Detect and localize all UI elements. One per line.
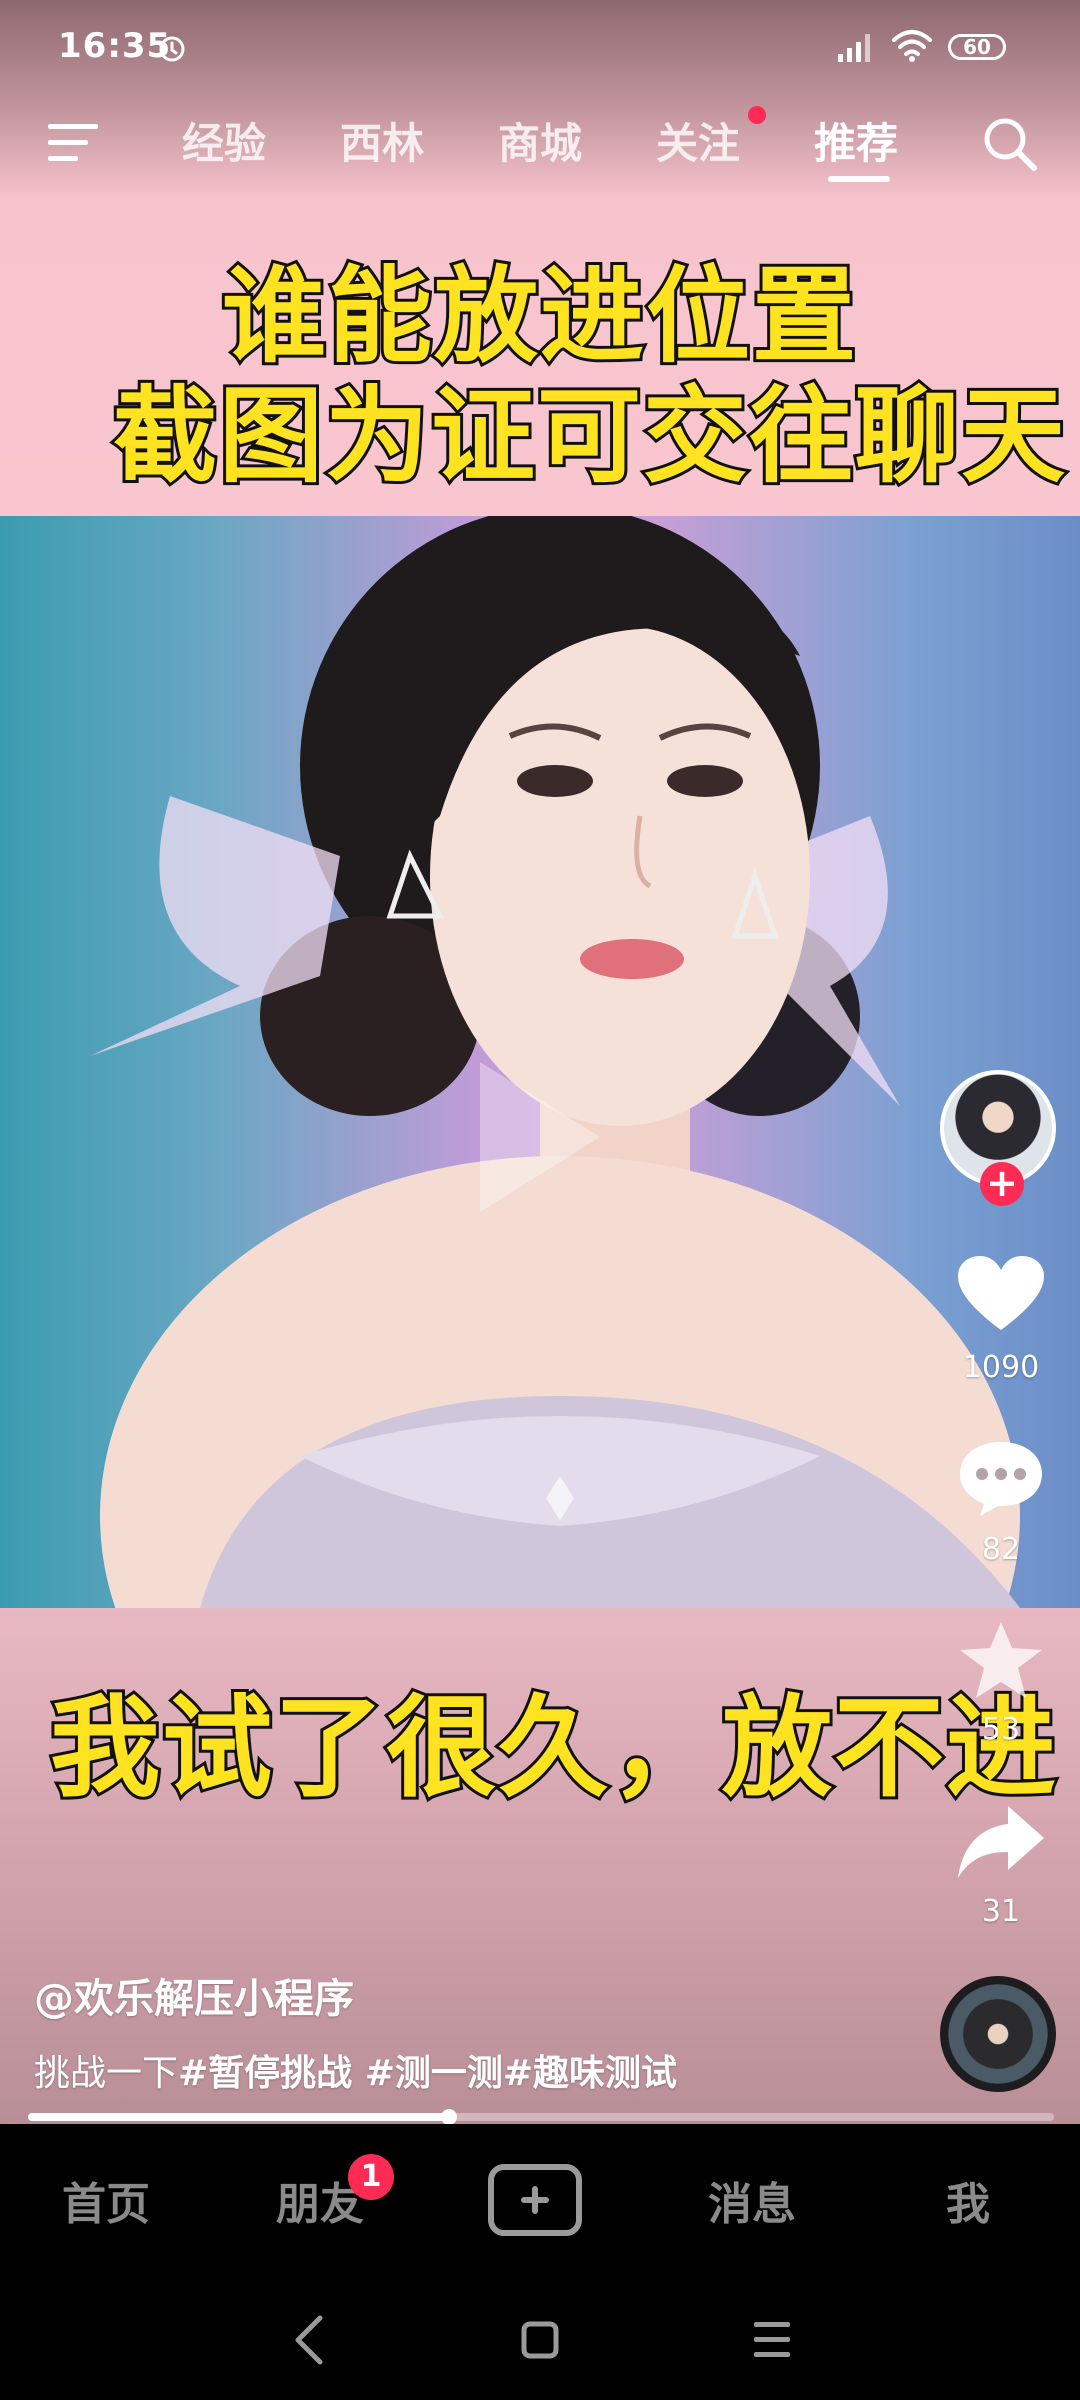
signal-icon xyxy=(838,34,870,62)
tab-home[interactable]: 首页 xyxy=(62,2168,150,2232)
headline-line-2: 截图为证可交往聊天 xyxy=(110,373,1068,499)
description-hashtags[interactable]: #暂停挑战 #测一测#趣味测试 xyxy=(178,2053,677,2094)
comment-icon[interactable] xyxy=(956,1438,1046,1518)
notification-dot xyxy=(748,106,766,124)
video-description: 挑战一下#暂停挑战 #测一测#趣味测试 xyxy=(34,2044,677,2096)
system-nav-bar xyxy=(0,2280,1080,2400)
comment-count: 82 xyxy=(981,1532,1021,1567)
screen: 16:35 60 经验 西林 商城 关注 推荐 谁能放进位置 截图为证可交往聊天… xyxy=(0,0,1080,2400)
music-disc[interactable] xyxy=(940,1976,1056,2092)
tab-messages[interactable]: 消息 xyxy=(708,2168,796,2232)
alarm-icon xyxy=(159,36,185,62)
tab-guanzhu[interactable]: 关注 xyxy=(656,110,740,171)
tab-xilin[interactable]: 西林 xyxy=(340,110,424,171)
video-progress-knob[interactable] xyxy=(440,2109,457,2125)
tab-me[interactable]: 我 xyxy=(946,2168,990,2232)
video-progress-bar[interactable] xyxy=(28,2109,1054,2125)
video-progress-fill xyxy=(28,2113,449,2121)
search-icon[interactable] xyxy=(978,112,1042,176)
favorite-star-icon[interactable] xyxy=(956,1620,1046,1700)
bottom-tab-bar: 首页 朋友 1 消息 我 xyxy=(0,2124,1080,2280)
video-caption: 我试了很久，放不进 xyxy=(47,1681,1059,1815)
video-headline: 谁能放进位置 截图为证可交往聊天 xyxy=(0,253,1080,499)
battery-icon: 60 xyxy=(948,34,1006,60)
like-heart-icon[interactable] xyxy=(956,1254,1046,1334)
share-arrow-icon[interactable] xyxy=(956,1802,1046,1882)
description-text: 挑战一下 xyxy=(34,2053,179,2094)
like-count: 1090 xyxy=(962,1350,1040,1385)
status-time: 16:35 xyxy=(58,26,172,66)
tab-tuijian[interactable]: 推荐 xyxy=(814,110,898,171)
active-tab-underline xyxy=(828,176,890,182)
tab-shangcheng[interactable]: 商城 xyxy=(498,110,582,171)
create-post-button[interactable] xyxy=(488,2164,582,2236)
top-nav: 经验 西林 商城 关注 推荐 xyxy=(0,96,1080,206)
headline-line-1: 谁能放进位置 xyxy=(219,253,859,379)
status-bar: 16:35 60 xyxy=(0,0,1080,96)
back-icon[interactable] xyxy=(290,2312,330,2368)
play-icon[interactable] xyxy=(470,1052,610,1222)
author-name[interactable]: @欢乐解压小程序 xyxy=(34,1966,354,2024)
menu-icon[interactable] xyxy=(46,118,104,168)
tab-jingyan[interactable]: 经验 xyxy=(182,110,266,171)
home-square-icon[interactable] xyxy=(520,2320,560,2360)
share-count: 31 xyxy=(981,1894,1021,1929)
follow-plus-button[interactable]: + xyxy=(980,1162,1024,1206)
friends-badge: 1 xyxy=(348,2154,394,2200)
wifi-icon xyxy=(892,30,932,62)
favorite-count: 53 xyxy=(981,1712,1021,1747)
recents-menu-icon[interactable] xyxy=(752,2318,792,2362)
